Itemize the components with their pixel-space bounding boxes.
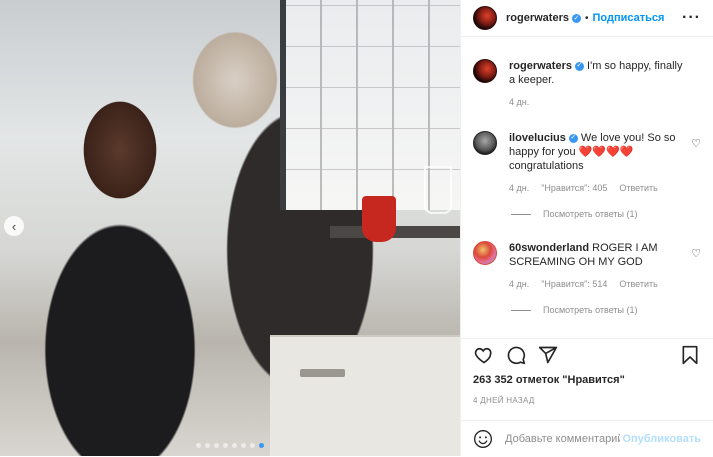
bookmark-icon[interactable] (679, 344, 701, 366)
header-username[interactable]: rogerwaters (506, 12, 569, 24)
emoji-icon[interactable] (473, 429, 493, 449)
post-header: rogerwaters ✓ • Подписаться ··· (461, 0, 713, 37)
comments-list[interactable]: rogerwaters ✓ I'm so happy, finally a kee… (461, 37, 713, 337)
replies-line (511, 213, 531, 215)
caption: rogerwaters ✓ I'm so happy, finally a kee… (473, 59, 701, 109)
comment-likes[interactable]: "Нравится": 405 (541, 181, 607, 195)
share-send-icon[interactable] (537, 344, 559, 366)
verified-icon: ✓ (574, 61, 584, 71)
comment-hearts: ❤️❤️❤️❤️ (578, 146, 634, 158)
photo-vase (362, 196, 396, 242)
photo-glass (424, 166, 452, 214)
avatar[interactable] (473, 59, 497, 83)
comment-age: 4 дн. (509, 279, 530, 289)
carousel-dot (196, 443, 201, 448)
carousel-dot (205, 443, 210, 448)
carousel-dot (232, 443, 237, 448)
verified-icon: ✓ (571, 13, 581, 23)
carousel-prev-button[interactable]: ‹ (4, 216, 24, 236)
carousel-dots (0, 443, 460, 448)
carousel-dot (223, 443, 228, 448)
post-photo[interactable]: ‹ (0, 0, 460, 456)
add-comment-bar: Опубликовать (461, 420, 713, 457)
comment-item: ilovelucius ✓ We love you! So so happy fo… (473, 131, 701, 195)
post-timestamp[interactable]: 4 ДНЕЙ НАЗАД (473, 396, 701, 405)
action-icons (473, 339, 701, 371)
comment-username[interactable]: ilovelucius (509, 132, 566, 144)
reply-button[interactable]: Ответить (619, 277, 657, 291)
replies-line (511, 309, 531, 311)
avatar[interactable] (473, 241, 497, 265)
comment-likes[interactable]: "Нравится": 514 (541, 277, 607, 291)
photo-cabinet (270, 335, 460, 456)
post-comment-button[interactable]: Опубликовать (622, 433, 701, 445)
follow-button[interactable]: Подписаться (593, 12, 665, 24)
view-replies-button[interactable]: Посмотреть ответы (1) (511, 209, 701, 219)
likes-count[interactable]: 263 352 отметок "Нравится" (473, 374, 701, 386)
photo-cabinet-handle (300, 369, 345, 377)
comment-bubble-icon[interactable] (505, 344, 527, 366)
view-replies-label: Посмотреть ответы (1) (543, 305, 638, 315)
carousel-dot (214, 443, 219, 448)
post-panel: rogerwaters ✓ • Подписаться ··· rogerwat… (460, 0, 713, 456)
like-comment-heart-icon[interactable]: ♡ (691, 247, 701, 260)
view-replies-label: Посмотреть ответы (1) (543, 209, 638, 219)
carousel-dot (259, 443, 264, 448)
caption-age: 4 дн. (509, 97, 530, 107)
comment-username[interactable]: 60swonderland (509, 242, 589, 254)
like-heart-icon[interactable] (473, 344, 495, 366)
carousel-dot (241, 443, 246, 448)
caption-username[interactable]: rogerwaters (509, 60, 572, 72)
instagram-post: ‹ rogerwaters ✓ • Подписаться ··· rogerw… (0, 0, 713, 456)
more-options-icon[interactable]: ··· (682, 9, 701, 27)
avatar[interactable] (473, 6, 497, 30)
comment-item: 60swonderland ROGER I AM SCREAMING OH MY… (473, 241, 701, 291)
comment-age: 4 дн. (509, 183, 530, 193)
comment-text-2: congratulations (509, 160, 584, 172)
comment-input[interactable] (503, 432, 623, 446)
carousel-dot (250, 443, 255, 448)
post-actions: 263 352 отметок "Нравится" 4 ДНЕЙ НАЗАД (461, 338, 713, 405)
header-separator: • (584, 12, 589, 24)
verified-icon: ✓ (568, 133, 578, 143)
reply-button[interactable]: Ответить (619, 181, 657, 195)
like-comment-heart-icon[interactable]: ♡ (691, 137, 701, 150)
view-replies-button[interactable]: Посмотреть ответы (1) (511, 305, 701, 315)
chevron-left-icon: ‹ (11, 218, 17, 234)
avatar[interactable] (473, 131, 497, 155)
